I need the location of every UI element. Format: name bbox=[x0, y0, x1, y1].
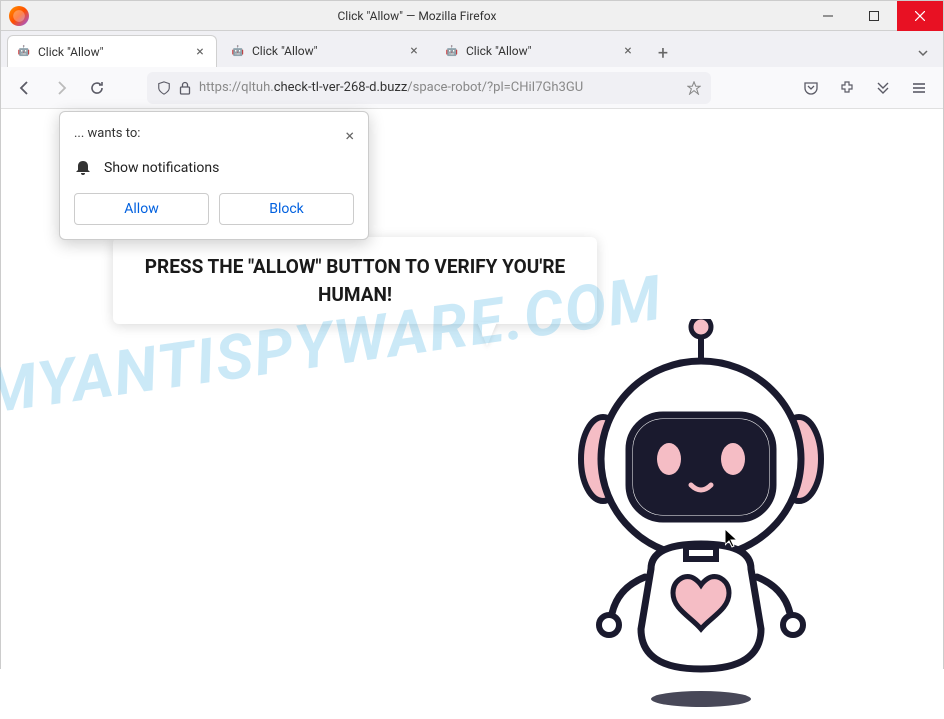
window-title: Click "Allow" — Mozilla Firefox bbox=[29, 9, 805, 23]
block-button[interactable]: Block bbox=[219, 193, 354, 225]
robot-illustration bbox=[541, 319, 861, 719]
pocket-icon[interactable] bbox=[795, 72, 827, 104]
window-titlebar: Click "Allow" — Mozilla Firefox bbox=[1, 1, 943, 31]
new-tab-button[interactable]: + bbox=[649, 39, 677, 67]
allow-button[interactable]: Allow bbox=[74, 193, 209, 225]
overflow-icon[interactable] bbox=[867, 72, 899, 104]
tab-title: Click "Allow" bbox=[38, 45, 186, 59]
menu-icon[interactable] bbox=[903, 72, 935, 104]
tabs-dropdown-button[interactable] bbox=[909, 39, 937, 67]
tab-close-icon[interactable]: × bbox=[406, 43, 422, 59]
minimize-button[interactable] bbox=[805, 1, 851, 31]
browser-tab[interactable]: 🤖 Click "Allow" × bbox=[7, 35, 217, 67]
url-domain: check-tl-ver-268-d.buzz bbox=[274, 80, 408, 95]
nav-toolbar: https://qltuh.check-tl-ver-268-d.buzz/sp… bbox=[1, 67, 943, 109]
page-content: MYANTISPYWARE.COM ... wants to: × Show n… bbox=[1, 109, 943, 670]
permission-close-icon[interactable]: × bbox=[345, 126, 354, 145]
browser-tab[interactable]: 🤖 Click "Allow" × bbox=[221, 35, 431, 67]
permission-popup: ... wants to: × Show notifications Allow… bbox=[59, 111, 369, 240]
permission-message: Show notifications bbox=[104, 160, 219, 176]
permission-origin: ... wants to: bbox=[74, 126, 140, 141]
tab-close-icon[interactable]: × bbox=[620, 43, 636, 59]
firefox-icon bbox=[9, 6, 29, 26]
tab-favicon-icon: 🤖 bbox=[444, 43, 460, 59]
lock-icon[interactable] bbox=[179, 81, 191, 95]
url-path: /space-robot/?pl=CHiI7Gh3GU bbox=[407, 80, 583, 95]
bookmark-star-icon[interactable] bbox=[687, 81, 701, 95]
tab-title: Click "Allow" bbox=[466, 44, 614, 58]
maximize-button[interactable] bbox=[851, 1, 897, 31]
tab-favicon-icon: 🤖 bbox=[230, 43, 246, 59]
bell-icon bbox=[74, 159, 92, 177]
window-controls bbox=[805, 1, 943, 31]
tab-favicon-icon: 🤖 bbox=[16, 44, 32, 60]
tab-close-icon[interactable]: × bbox=[192, 44, 208, 60]
shield-icon[interactable] bbox=[157, 81, 171, 95]
reload-button[interactable] bbox=[81, 72, 113, 104]
tab-bar: 🤖 Click "Allow" × 🤖 Click "Allow" × 🤖 Cl… bbox=[1, 31, 943, 67]
back-button[interactable] bbox=[9, 72, 41, 104]
browser-tab[interactable]: 🤖 Click "Allow" × bbox=[435, 35, 645, 67]
url-prefix: https://qltuh. bbox=[199, 80, 274, 95]
extensions-icon[interactable] bbox=[831, 72, 863, 104]
url-bar[interactable]: https://qltuh.check-tl-ver-268-d.buzz/sp… bbox=[147, 72, 711, 104]
close-button[interactable] bbox=[897, 1, 943, 31]
tab-title: Click "Allow" bbox=[252, 44, 400, 58]
headline-text: PRESS THE "ALLOW" BUTTON TO VERIFY YOU'R… bbox=[145, 255, 565, 306]
forward-button[interactable] bbox=[45, 72, 77, 104]
cursor-icon bbox=[725, 529, 741, 549]
url-text: https://qltuh.check-tl-ver-268-d.buzz/sp… bbox=[199, 80, 679, 95]
speech-bubble: PRESS THE "ALLOW" BUTTON TO VERIFY YOU'R… bbox=[113, 237, 597, 324]
